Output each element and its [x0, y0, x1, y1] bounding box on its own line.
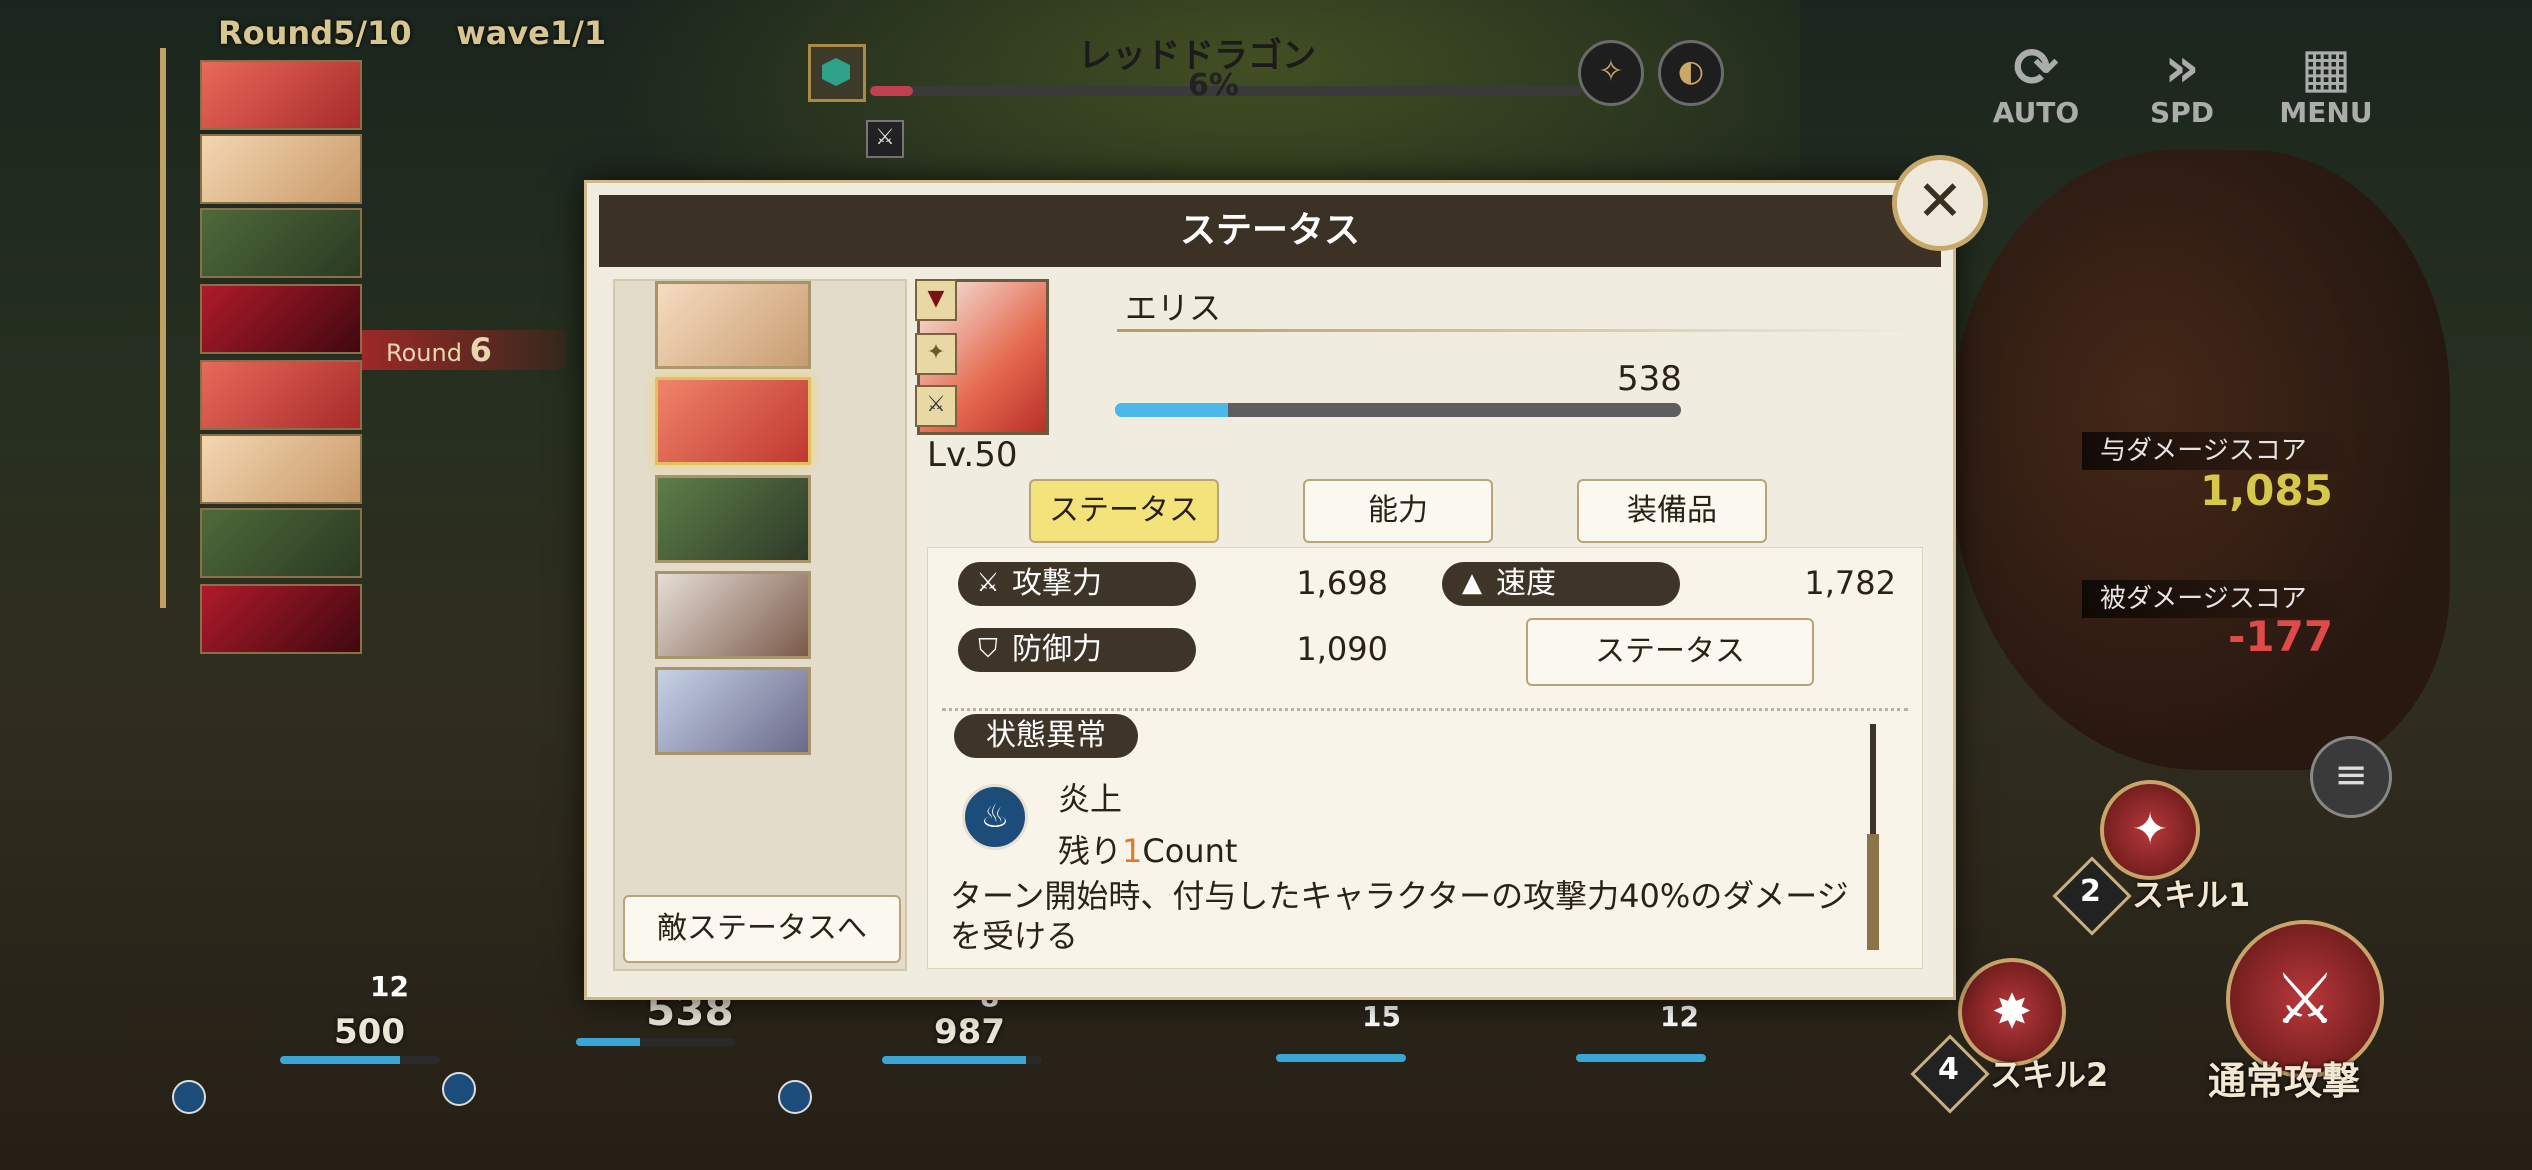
- party-hp-bar: [882, 1056, 1042, 1064]
- party-hp-fill: [882, 1056, 1026, 1064]
- ailment-description: ターン開始時、付与したキャラクターの攻撃力40%のダメージを受ける: [950, 877, 1849, 955]
- party-hp-fill: [280, 1056, 400, 1064]
- boss-hp-percent: 6%: [1188, 68, 1239, 103]
- turn-slot-enemy: [200, 284, 362, 354]
- character-hp-value: 538: [1617, 359, 1682, 399]
- ailment-remaining: 残り1Count: [1058, 826, 1237, 872]
- boss-ability-icon-1[interactable]: ✧: [1578, 40, 1644, 106]
- close-icon: ✕: [1916, 169, 1964, 234]
- tab-equipment[interactable]: 装備品: [1577, 479, 1767, 543]
- turn-order-rail: [160, 48, 166, 608]
- damage-dealt-score: 1,085: [2200, 466, 2333, 515]
- menu-button[interactable]: ▦ MENU: [2266, 36, 2386, 130]
- skill1-label: スキル1: [2132, 876, 2251, 914]
- turn-slot-portrait: [200, 508, 362, 578]
- speed-label: SPD: [2150, 96, 2214, 129]
- class-icon: ✦: [915, 333, 957, 375]
- modal-title: ステータス: [599, 195, 1941, 267]
- next-round-marker: Round 6: [362, 330, 566, 370]
- character-level: Lv.50: [927, 435, 1018, 475]
- party-hp-fill: [576, 1038, 640, 1046]
- ailment-scrollbar[interactable]: [1867, 724, 1879, 950]
- skill2-label: スキル2: [1990, 1056, 2109, 1094]
- burn-status-icon: [172, 1080, 206, 1114]
- turn-slot-enemy: [200, 584, 362, 654]
- skill1-button[interactable]: ✦: [2100, 780, 2200, 880]
- ailment-name: 炎上: [1058, 780, 1123, 818]
- roster-character-4[interactable]: [655, 571, 811, 659]
- round-wave-indicator: Round5/10 wave1/1: [218, 14, 606, 52]
- roster-character-1[interactable]: [655, 281, 811, 369]
- remaining-number: 1: [1122, 832, 1143, 870]
- normal-attack-label: 通常攻撃: [2208, 1059, 2361, 1103]
- weapon-sword-icon: ⚔: [915, 385, 957, 427]
- turn-slot-portrait: [200, 434, 362, 504]
- party-hp: 987: [934, 1012, 1005, 1052]
- party-hp-bar: [1576, 1054, 1706, 1062]
- character-hp-fill: [1115, 403, 1229, 417]
- ailment-header-label: 状態異常: [954, 714, 1138, 758]
- party-hp-bar: [576, 1038, 736, 1046]
- boss-element-icon: [808, 44, 866, 102]
- roster-character-5[interactable]: [655, 667, 811, 755]
- auto-label: AUTO: [1992, 96, 2080, 129]
- turn-slot-portrait: [200, 60, 362, 130]
- burn-status-icon: [442, 1072, 476, 1106]
- party-sp: 15: [1362, 1000, 1401, 1033]
- party-hp-fill: [1576, 1054, 1706, 1062]
- party-hp-fill: [1276, 1054, 1406, 1062]
- boss-ability-icon-2[interactable]: ◐: [1658, 40, 1724, 106]
- character-hp-bar: [1115, 403, 1681, 417]
- skill1-sp-cost: 2: [2080, 874, 2101, 909]
- party-hp-bar: [280, 1056, 440, 1064]
- roster-character-3[interactable]: [655, 475, 811, 563]
- party-hp: 500: [334, 1012, 405, 1052]
- skill2-sp-cost: 4: [1938, 1052, 1959, 1087]
- party-sp: 12: [370, 970, 409, 1003]
- round-marker-prefix: Round: [386, 339, 462, 367]
- boss-debuff-icon: ⚔: [866, 120, 904, 158]
- refresh-icon: ⟳: [2013, 36, 2059, 99]
- enemy-status-button[interactable]: 敵ステータスへ: [623, 895, 901, 963]
- wave-counter: wave1/1: [456, 14, 607, 52]
- round-marker-number: 6: [469, 331, 492, 369]
- turn-slot-portrait: [200, 360, 362, 430]
- damage-taken-score: -177: [2228, 612, 2334, 661]
- party-member-1[interactable]: 12 500: [170, 860, 440, 1114]
- party-hp-bar: [1276, 1054, 1406, 1062]
- party-sp: 12: [1660, 1000, 1699, 1033]
- boss-hp-panel: レッドドラゴン 6% ✧ ◐ ⚔: [808, 28, 1728, 158]
- speed-button[interactable]: » SPD: [2122, 36, 2242, 130]
- burn-status-icon: [778, 1080, 812, 1114]
- burn-ailment-icon: ♨: [962, 784, 1028, 850]
- name-divider: [1117, 329, 1917, 332]
- character-roster: 敵ステータスへ: [613, 279, 907, 971]
- tab-status[interactable]: ステータス: [1029, 479, 1219, 543]
- character-name: エリス: [1125, 289, 1222, 327]
- remaining-prefix: 残り: [1058, 832, 1123, 870]
- auto-button[interactable]: ⟳ AUTO: [1976, 36, 2096, 130]
- damage-dealt-label: 与ダメージスコア: [2082, 432, 2350, 470]
- tab-abilities[interactable]: 能力: [1303, 479, 1493, 543]
- close-modal-button[interactable]: ✕: [1892, 155, 1988, 251]
- roster-character-2-selected[interactable]: [655, 377, 811, 465]
- attribute-triangle-icon: ▼: [915, 279, 957, 321]
- turn-slot-portrait: [200, 208, 362, 278]
- ailment-section: 状態異常 ♨ 炎上 残り1Count ターン開始時、付与したキャラクターの攻撃力…: [924, 544, 1918, 964]
- menu-label: MENU: [2279, 96, 2373, 129]
- turn-slot-portrait: [200, 134, 362, 204]
- boss-hp-fill: [870, 86, 913, 96]
- list-menu-button[interactable]: ≡: [2310, 736, 2392, 818]
- remaining-suffix: Count: [1142, 832, 1238, 870]
- round-counter: Round5/10: [218, 14, 412, 52]
- fast-forward-icon: »: [2164, 36, 2200, 99]
- grid-icon: ▦: [2300, 36, 2352, 99]
- scrollbar-thumb[interactable]: [1867, 834, 1879, 950]
